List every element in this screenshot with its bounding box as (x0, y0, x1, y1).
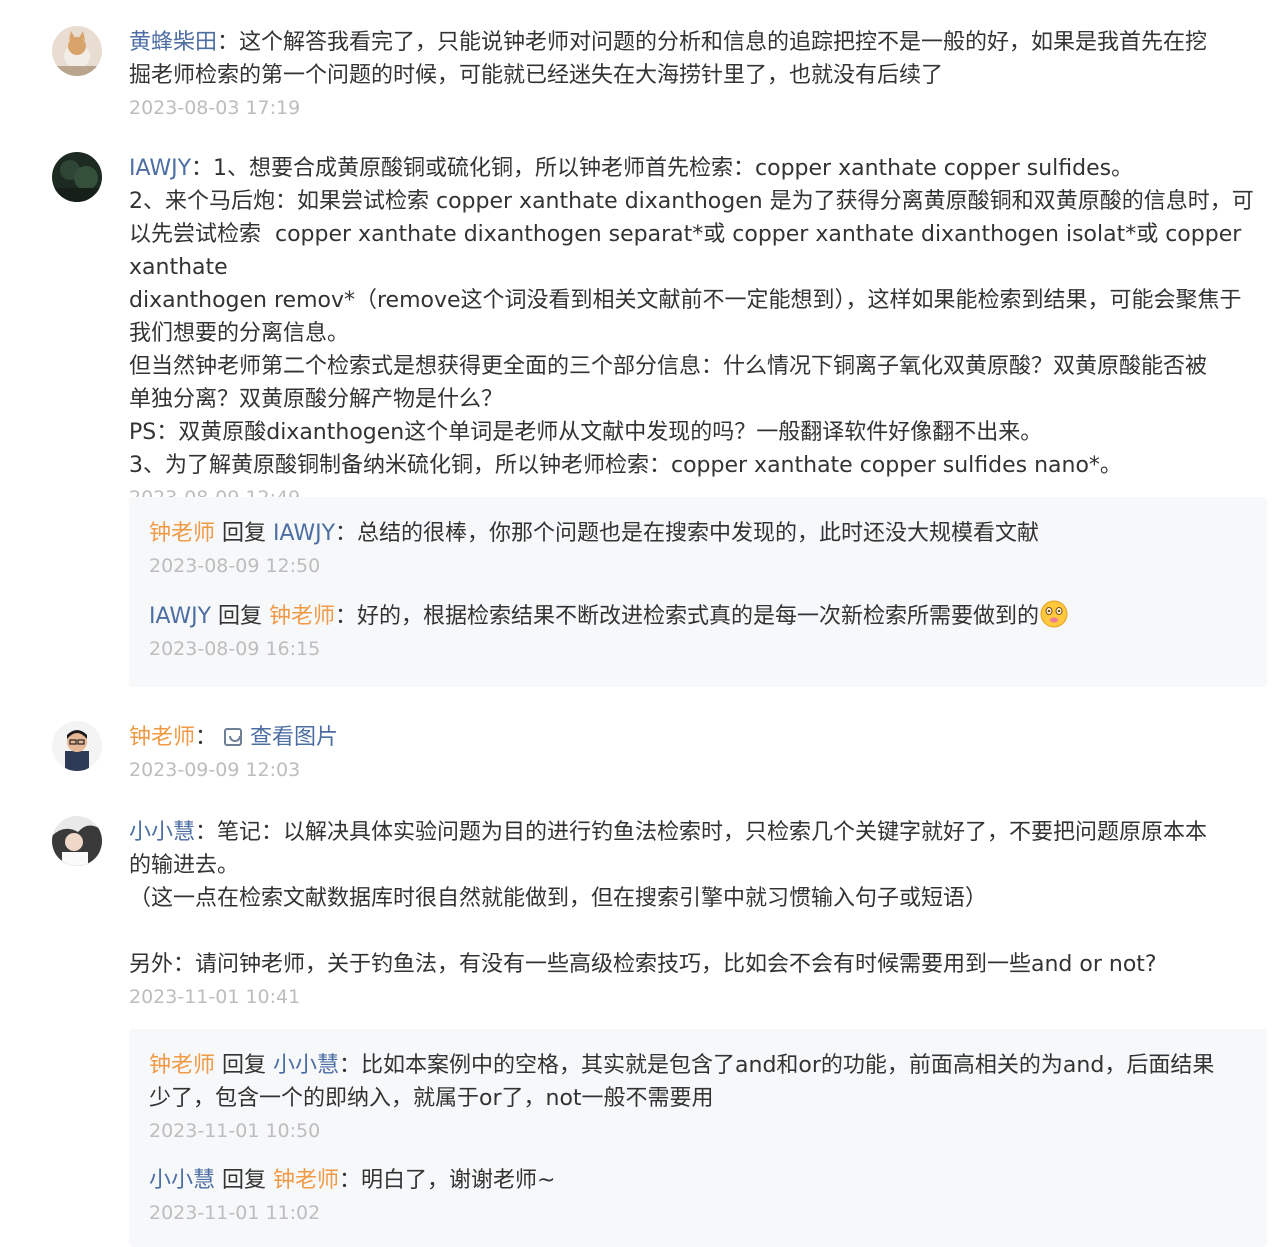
comment-text: 但当然钟老师第二个检索式是想获得更全面的三个部分信息：什么情况下铜离子氧化双黄原… (129, 354, 1208, 379)
reply-box: 钟老师 回复 IAWJY：总结的很棒，你那个问题也是在搜索中发现的，此时还没大规… (129, 497, 1267, 687)
comment-text: 另外：请问钟老师，关于钓鱼法，有没有一些高级检索技巧，比如会不会有时候需要用到一… (129, 952, 1157, 977)
timestamp: 2023-09-09 12:03 (129, 759, 301, 781)
reply-author[interactable]: 钟老师 (149, 1053, 215, 1078)
comment-text: 以先尝试检索 copper xanthate dixanthogen separ… (129, 222, 1249, 280)
comment-text: （这一点在检索文献数据库时很自然就能做到，但在搜索引擎中就习惯输入句子或短语） (129, 886, 988, 911)
picture-icon (224, 728, 243, 746)
comment-text: 的输进去。 (129, 853, 240, 878)
comment-text: 掘老师检索的第一个问题的时候，可能就已经迷失在大海捞针里了，也就没有后续了 (129, 63, 944, 88)
timestamp: 2023-11-01 10:41 (129, 986, 301, 1008)
timestamp: 2023-11-01 10:50 (149, 1120, 321, 1142)
comment-author[interactable]: 黄蜂柴田 (129, 30, 217, 55)
timestamp: 2023-11-01 11:02 (149, 1202, 321, 1224)
avatar[interactable] (52, 26, 102, 76)
reply-text: ：总结的很棒，你那个问题也是在搜索中发现的，此时还没大规模看文献 (335, 521, 1040, 546)
comment-text: 3、为了解黄原酸铜制备纳米硫化铜，所以钟老师检索：copper xanthate… (129, 453, 1122, 478)
avatar[interactable] (52, 816, 102, 866)
reply-word: 回复 (211, 604, 270, 629)
comment-text: 单独分离？双黄原酸分解产物是什么？ (129, 387, 504, 412)
reply-word: 回复 (215, 1168, 274, 1193)
timestamp: 2023-08-09 12:50 (149, 555, 321, 577)
comment-separator: ： (195, 725, 218, 750)
reply-target[interactable]: 小小慧 (273, 1053, 339, 1078)
comment-author[interactable]: 钟老师 (129, 725, 195, 750)
reply-author[interactable]: IAWJY (149, 604, 211, 629)
view-image-label: 查看图片 (250, 725, 339, 750)
reply-target[interactable]: 钟老师 (273, 1168, 339, 1193)
timestamp: 2023-08-03 17:19 (129, 97, 301, 119)
reply-target[interactable]: 钟老师 (269, 604, 335, 629)
reply-author[interactable]: 小小慧 (149, 1168, 215, 1193)
reply-text: ：好的，根据检索结果不断改进检索式真的是每一次新检索所需要做到的 (335, 604, 1040, 629)
avatar[interactable] (52, 152, 102, 202)
avatar[interactable] (52, 721, 102, 771)
reply-text: ：明白了，谢谢老师~ (339, 1168, 556, 1193)
comment-author[interactable]: 小小慧 (129, 820, 195, 845)
reply-word: 回复 (215, 1053, 274, 1078)
comment-text (129, 915, 1269, 948)
comment-author[interactable]: IAWJY (129, 156, 191, 181)
reply-word: 回复 (215, 521, 274, 546)
comment-text: 我们想要的分离信息。 (129, 321, 350, 346)
comment-text: ：笔记：以解决具体实验问题为目的进行钓鱼法检索时，只检索几个关键字就好了，不要把… (195, 820, 1208, 845)
reply-author[interactable]: 钟老师 (149, 521, 215, 546)
reply-target[interactable]: IAWJY (273, 521, 335, 546)
comment-text: ：1、想要合成黄原酸铜或硫化铜，所以钟老师首先检索：copper xanthat… (191, 156, 1134, 181)
reply-text: 少了，包含一个的即纳入，就属于or了，not一般不需要用 (149, 1086, 714, 1111)
comment-text: ：这个解答我看完了，只能说钟老师对问题的分析和信息的追踪把控不是一般的好，如果是… (217, 30, 1208, 55)
comment-text: dixanthogen remov*（remove这个词没看到相关文献前不一定能… (129, 288, 1242, 313)
grimace-emoji-icon (1039, 599, 1069, 629)
reply-item: 小小慧 回复 钟老师：明白了，谢谢老师~ 2023-11-01 11:02 (149, 1164, 1254, 1229)
reply-text: ：比如本案例中的空格，其实就是包含了and和or的功能，前面高相关的为and，后… (339, 1053, 1215, 1078)
timestamp: 2023-08-09 16:15 (149, 638, 321, 660)
comment-text: PS：双黄原酸dixanthogen这个单词是老师从文献中发现的吗？一般翻译软件… (129, 420, 1043, 445)
reply-box: 钟老师 回复 小小慧：比如本案例中的空格，其实就是包含了and和or的功能，前面… (129, 1029, 1267, 1247)
reply-item: 钟老师 回复 小小慧：比如本案例中的空格，其实就是包含了and和or的功能，前面… (149, 1049, 1254, 1147)
reply-item: IAWJY 回复 钟老师：好的，根据检索结果不断改进检索式真的是每一次新检索所需… (149, 599, 1254, 665)
reply-item: 钟老师 回复 IAWJY：总结的很棒，你那个问题也是在搜索中发现的，此时还没大规… (149, 517, 1254, 582)
view-image-link[interactable]: 查看图片 (224, 725, 338, 750)
comment-text: 2、来个马后炮：如果尝试检索 copper xanthate dixanthog… (129, 189, 1254, 214)
